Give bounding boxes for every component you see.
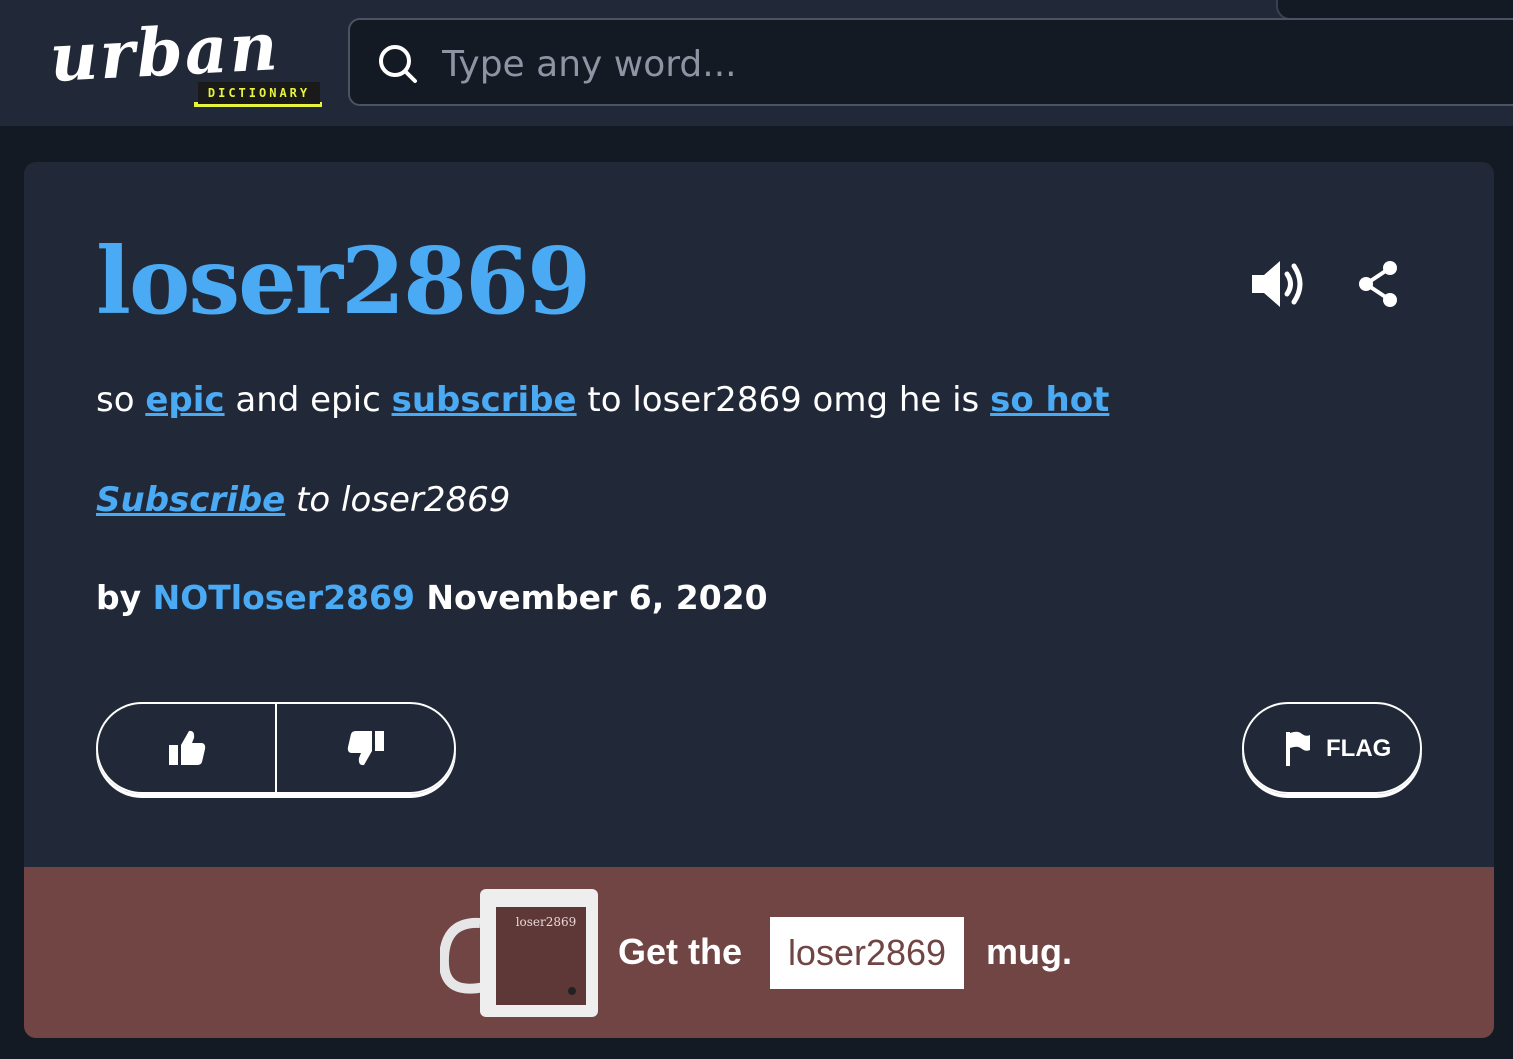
example-text: to loser2869 [285, 480, 511, 520]
example-link-subscribe[interactable]: Subscribe [96, 480, 285, 520]
meaning-text: and epic [224, 380, 392, 420]
meaning-text: to loser2869 omg he is [576, 380, 991, 420]
vote-buttons [96, 702, 456, 794]
definition-example: Subscribe to loser2869 [96, 472, 510, 528]
urban-dictionary-logo[interactable]: urban DICTIONARY [48, 7, 324, 110]
top-header: urban DICTIONARY [0, 0, 1513, 126]
byline-prefix: by [96, 578, 153, 617]
flag-label: FLAG [1326, 735, 1392, 762]
meaning-text: so [96, 380, 146, 420]
header-pill-button[interactable] [1276, 0, 1513, 20]
author-link[interactable]: NOTloser2869 [153, 578, 415, 617]
promo-word: loser2869 [770, 917, 964, 989]
thumbs-up-button[interactable] [98, 704, 275, 792]
search-icon [379, 45, 417, 83]
meaning-link-subscribe[interactable]: subscribe [392, 380, 577, 420]
definition-meaning: so epic and epic subscribe to loser2869 … [96, 372, 1109, 428]
definition-date: November 6, 2020 [414, 578, 768, 617]
search-box[interactable] [348, 18, 1513, 106]
thumbs-up-icon [168, 730, 205, 765]
thumbs-down-icon [347, 731, 384, 766]
speaker-icon[interactable] [1248, 256, 1308, 312]
word-title[interactable]: loser2869 [96, 222, 591, 340]
meaning-link-epic[interactable]: epic [145, 380, 224, 420]
byline: by NOTloser2869 November 6, 2020 [96, 570, 768, 626]
promo-suffix: mug. [986, 931, 1072, 972]
thumbs-down-button[interactable] [275, 704, 454, 792]
share-icon[interactable] [1354, 258, 1402, 310]
mug-print-text: loser2869 [515, 915, 577, 929]
logo-subtext: DICTIONARY [198, 82, 320, 104]
definition-card: loser2869 so epic and epic subscribe to … [24, 162, 1494, 1038]
promo-prefix: Get the [618, 931, 743, 972]
mug-image [440, 889, 598, 1017]
search-input[interactable] [440, 34, 1344, 94]
meaning-link-so-hot[interactable]: so hot [990, 380, 1109, 420]
flag-icon [1286, 731, 1310, 766]
flag-button[interactable]: FLAG [1242, 702, 1422, 794]
mug-promo-banner[interactable]: loser2869 Get the loser2869 mug. [24, 867, 1494, 1038]
